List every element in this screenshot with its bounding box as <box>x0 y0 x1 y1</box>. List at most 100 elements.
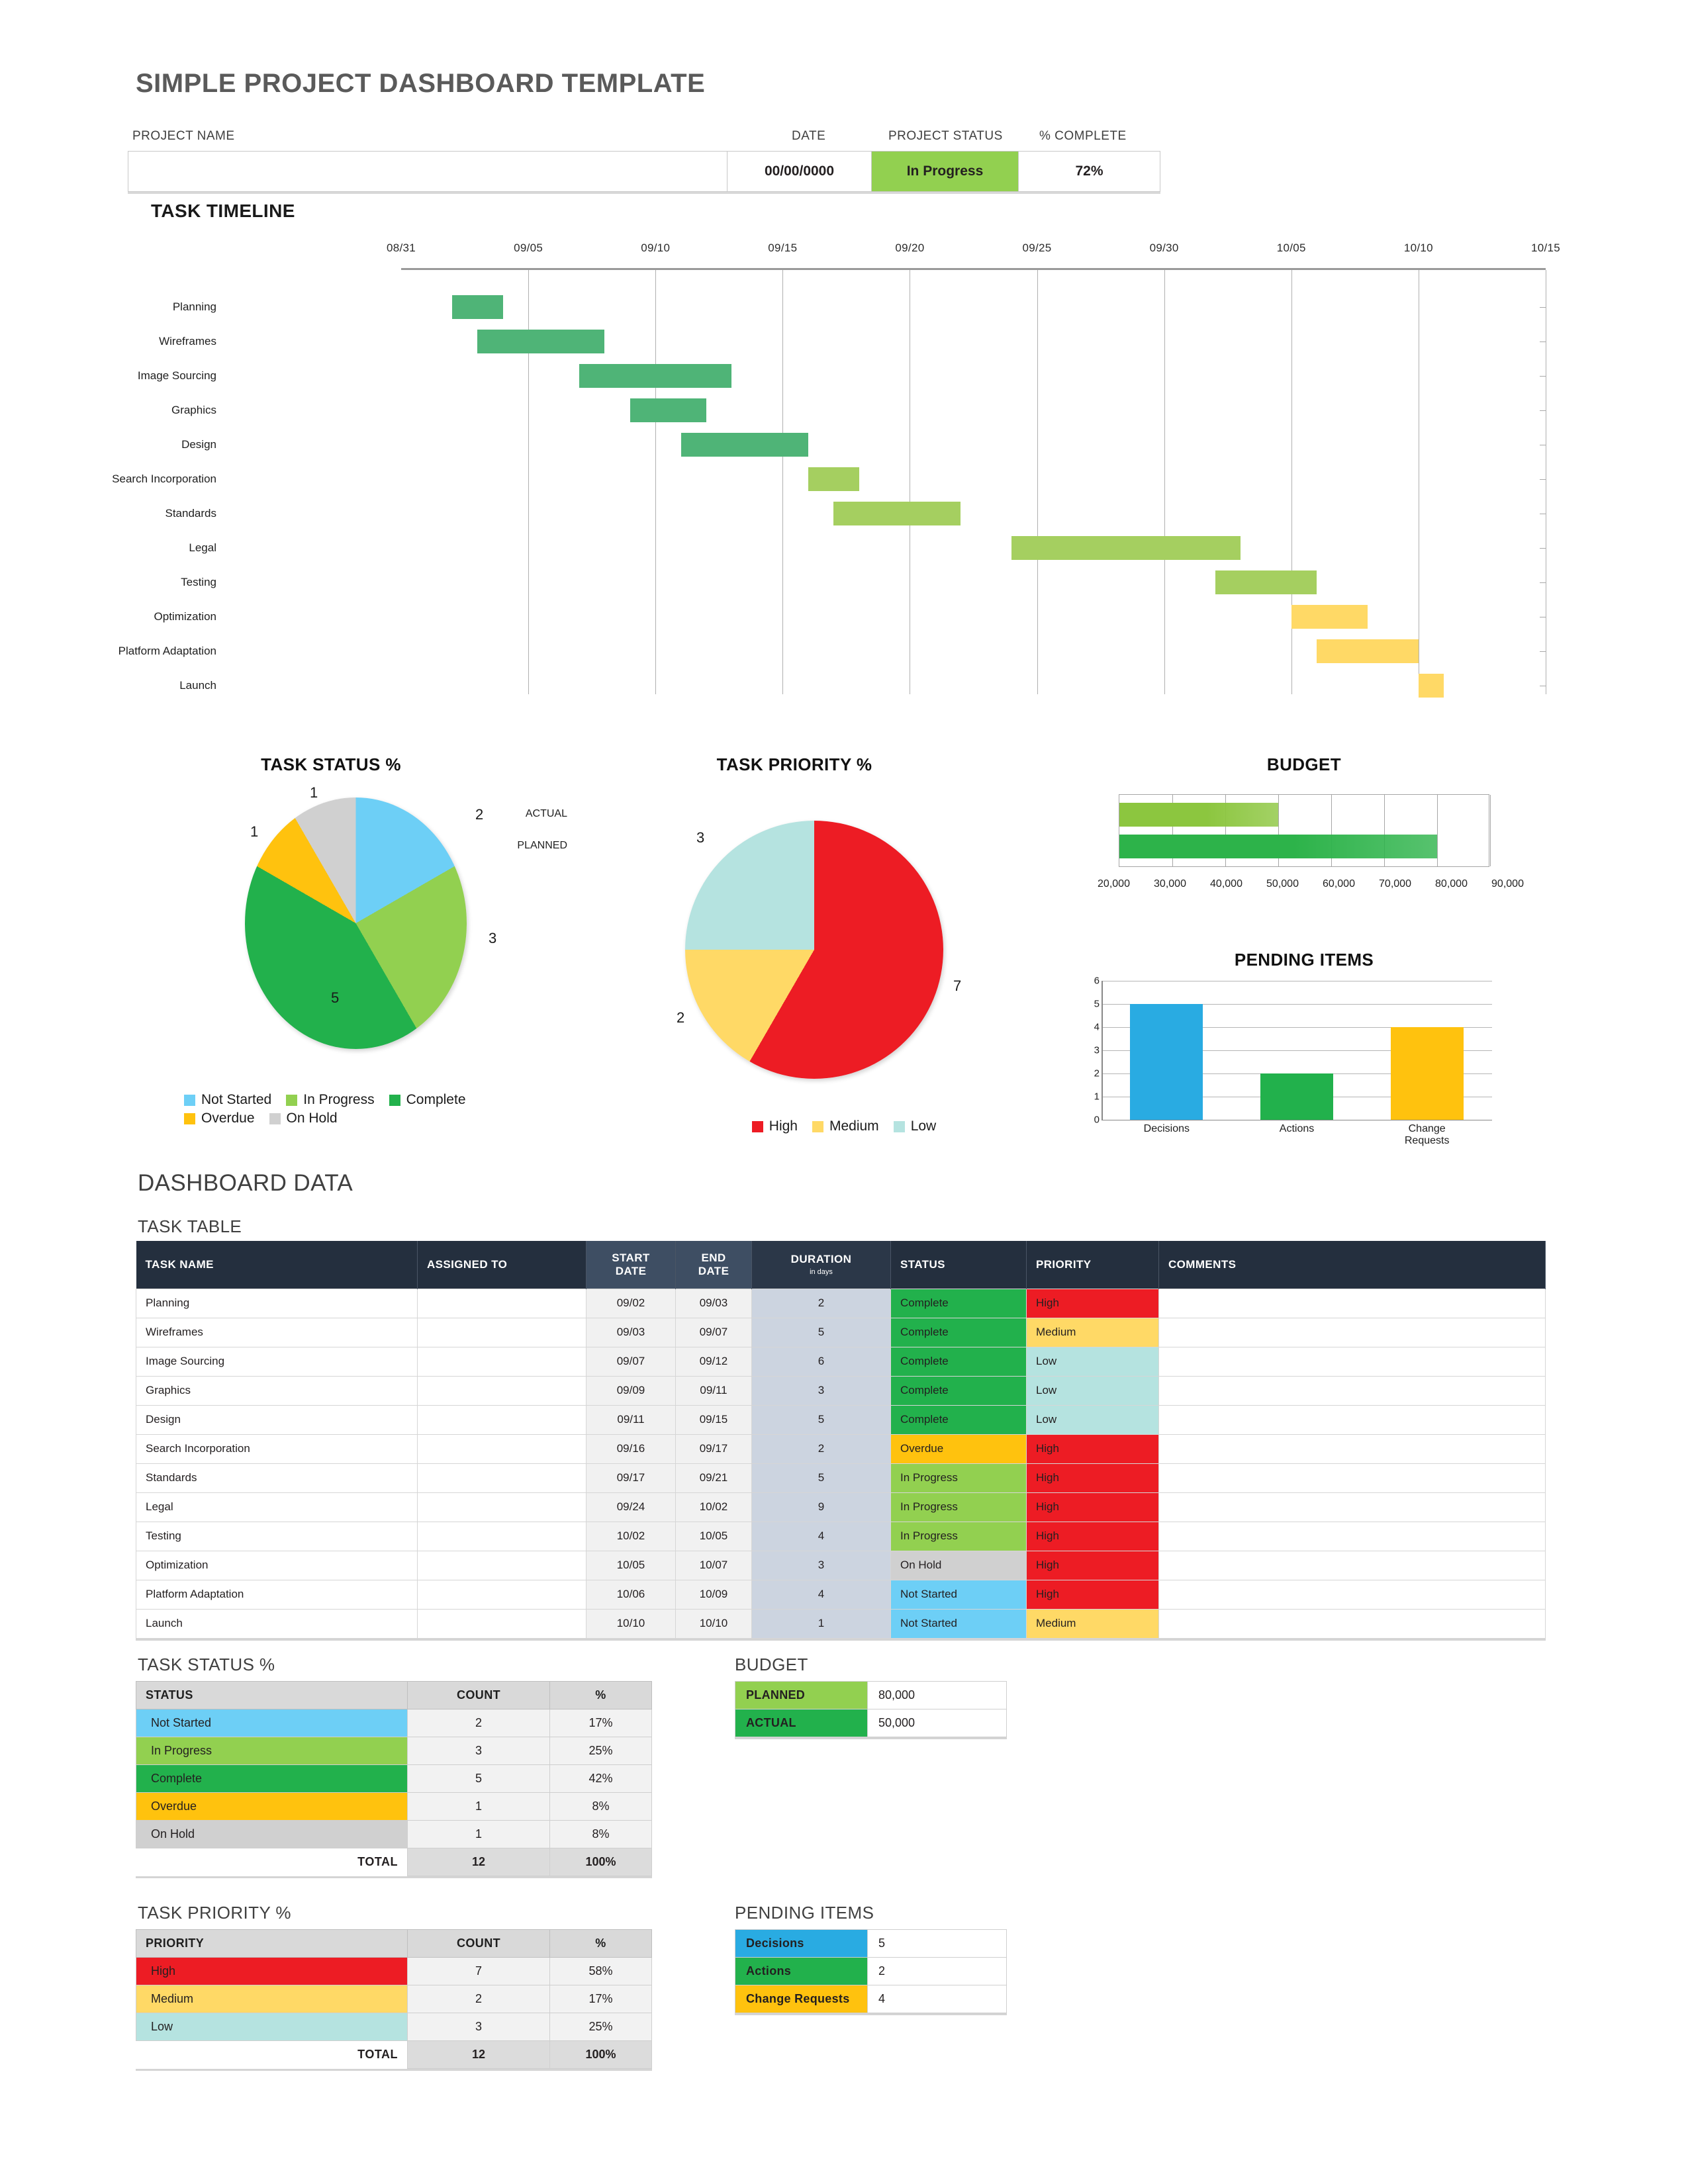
cell-start-date[interactable]: 10/05 <box>586 1550 676 1580</box>
cell-assigned-to[interactable] <box>417 1288 586 1318</box>
summary-label[interactable]: Not Started <box>136 1709 408 1737</box>
cell-comments[interactable] <box>1158 1463 1546 1493</box>
cell-duration[interactable]: 5 <box>751 1404 891 1435</box>
cell-start-date[interactable]: 09/17 <box>586 1463 676 1493</box>
cell-task-name[interactable]: Design <box>136 1404 418 1435</box>
table-row[interactable]: In Progress 3 25% <box>136 1737 652 1765</box>
cell-status[interactable]: In Progress <box>890 1463 1027 1493</box>
table-row[interactable]: Not Started 2 17% <box>136 1709 652 1737</box>
cell-start-date[interactable]: 09/16 <box>586 1433 676 1464</box>
budget-bar[interactable] <box>1119 803 1278 827</box>
cell-duration[interactable]: 2 <box>751 1433 891 1464</box>
cell-assigned-to[interactable] <box>417 1404 586 1435</box>
budget-row-value[interactable]: 80,000 <box>867 1681 1007 1709</box>
pending-bar[interactable] <box>1260 1073 1334 1120</box>
cell-task-name[interactable]: Image Sourcing <box>136 1346 418 1377</box>
pending-bar[interactable] <box>1390 1027 1464 1120</box>
cell-duration[interactable]: 1 <box>751 1608 891 1639</box>
cell-status[interactable]: On Hold <box>890 1550 1027 1580</box>
table-row[interactable]: Legal 09/24 10/02 9 In Progress High <box>136 1492 1546 1522</box>
cell-status[interactable]: Complete <box>890 1288 1027 1318</box>
cell-status[interactable]: Not Started <box>890 1579 1027 1610</box>
table-row[interactable]: ACTUAL 50,000 <box>735 1709 1007 1737</box>
cell-task-name[interactable]: Platform Adaptation <box>136 1579 418 1610</box>
cell-end-date[interactable]: 09/03 <box>675 1288 752 1318</box>
cell-status[interactable]: Overdue <box>890 1433 1027 1464</box>
summary-label[interactable]: Low <box>136 2013 408 2041</box>
cell-assigned-to[interactable] <box>417 1463 586 1493</box>
cell-assigned-to[interactable] <box>417 1375 586 1406</box>
table-row[interactable]: Overdue 1 8% <box>136 1792 652 1821</box>
cell-priority[interactable]: Low <box>1026 1346 1159 1377</box>
gantt-bar[interactable] <box>680 433 808 457</box>
cell-end-date[interactable]: 10/10 <box>675 1608 752 1639</box>
cell-task-name[interactable]: Launch <box>136 1608 418 1639</box>
cell-task-name[interactable]: Wireframes <box>136 1317 418 1347</box>
table-row[interactable]: High 7 58% <box>136 1957 652 1985</box>
cell-task-name[interactable]: Optimization <box>136 1550 418 1580</box>
cell-duration[interactable]: 3 <box>751 1550 891 1580</box>
cell-end-date[interactable]: 09/11 <box>675 1375 752 1406</box>
table-row[interactable]: Image Sourcing 09/07 09/12 6 Complete Low <box>136 1346 1546 1377</box>
cell-duration[interactable]: 5 <box>751 1463 891 1493</box>
summary-label[interactable]: High <box>136 1957 408 1985</box>
table-row[interactable]: Search Incorporation 09/16 09/17 2 Overdue Hi… <box>136 1433 1546 1464</box>
cell-start-date[interactable]: 09/24 <box>586 1492 676 1522</box>
table-row[interactable]: Change Requests 4 <box>735 1985 1007 2013</box>
cell-start-date[interactable]: 10/10 <box>586 1608 676 1639</box>
cell-priority[interactable]: High <box>1026 1521 1159 1551</box>
gantt-bar[interactable] <box>808 467 859 491</box>
cell-end-date[interactable]: 09/12 <box>675 1346 752 1377</box>
summary-label[interactable]: In Progress <box>136 1737 408 1765</box>
cell-duration[interactable]: 5 <box>751 1317 891 1347</box>
gantt-bar[interactable] <box>451 295 503 319</box>
table-row[interactable]: Graphics 09/09 09/11 3 Complete Low <box>136 1375 1546 1406</box>
cell-duration[interactable]: 9 <box>751 1492 891 1522</box>
pending-row-value[interactable]: 5 <box>867 1929 1007 1958</box>
project-date-value[interactable]: 00/00/0000 <box>727 152 872 191</box>
project-name-input[interactable] <box>128 152 727 191</box>
gantt-bar[interactable] <box>477 330 605 353</box>
cell-comments[interactable] <box>1158 1346 1546 1377</box>
cell-status[interactable]: Complete <box>890 1375 1027 1406</box>
cell-priority[interactable]: High <box>1026 1433 1159 1464</box>
cell-assigned-to[interactable] <box>417 1346 586 1377</box>
cell-end-date[interactable]: 09/15 <box>675 1404 752 1435</box>
gantt-bar[interactable] <box>1011 536 1241 560</box>
cell-priority[interactable]: High <box>1026 1550 1159 1580</box>
pending-bar[interactable] <box>1130 1004 1203 1120</box>
cell-status[interactable]: Not Started <box>890 1608 1027 1639</box>
table-row[interactable]: Complete 5 42% <box>136 1764 652 1793</box>
cell-duration[interactable]: 6 <box>751 1346 891 1377</box>
cell-priority[interactable]: High <box>1026 1288 1159 1318</box>
cell-comments[interactable] <box>1158 1375 1546 1406</box>
table-row[interactable]: Decisions 5 <box>735 1929 1007 1958</box>
cell-assigned-to[interactable] <box>417 1521 586 1551</box>
cell-end-date[interactable]: 10/05 <box>675 1521 752 1551</box>
gantt-bar[interactable] <box>833 502 961 525</box>
cell-task-name[interactable]: Legal <box>136 1492 418 1522</box>
gantt-bar[interactable] <box>1215 570 1317 594</box>
pending-row-value[interactable]: 4 <box>867 1985 1007 2013</box>
gantt-bar[interactable] <box>630 398 707 422</box>
cell-status[interactable]: Complete <box>890 1346 1027 1377</box>
cell-comments[interactable] <box>1158 1404 1546 1435</box>
cell-duration[interactable]: 2 <box>751 1288 891 1318</box>
cell-assigned-to[interactable] <box>417 1579 586 1610</box>
cell-task-name[interactable]: Graphics <box>136 1375 418 1406</box>
cell-comments[interactable] <box>1158 1521 1546 1551</box>
cell-end-date[interactable]: 10/02 <box>675 1492 752 1522</box>
gantt-bar[interactable] <box>1317 639 1419 663</box>
cell-assigned-to[interactable] <box>417 1433 586 1464</box>
summary-label[interactable]: Medium <box>136 1985 408 2013</box>
table-row[interactable]: Medium 2 17% <box>136 1985 652 2013</box>
table-row[interactable]: Wireframes 09/03 09/07 5 Complete Medium <box>136 1317 1546 1347</box>
cell-assigned-to[interactable] <box>417 1550 586 1580</box>
cell-status[interactable]: Complete <box>890 1317 1027 1347</box>
cell-start-date[interactable]: 09/11 <box>586 1404 676 1435</box>
cell-end-date[interactable]: 09/17 <box>675 1433 752 1464</box>
cell-end-date[interactable]: 10/07 <box>675 1550 752 1580</box>
cell-end-date[interactable]: 09/21 <box>675 1463 752 1493</box>
cell-task-name[interactable]: Search Incorporation <box>136 1433 418 1464</box>
cell-priority[interactable]: Low <box>1026 1375 1159 1406</box>
